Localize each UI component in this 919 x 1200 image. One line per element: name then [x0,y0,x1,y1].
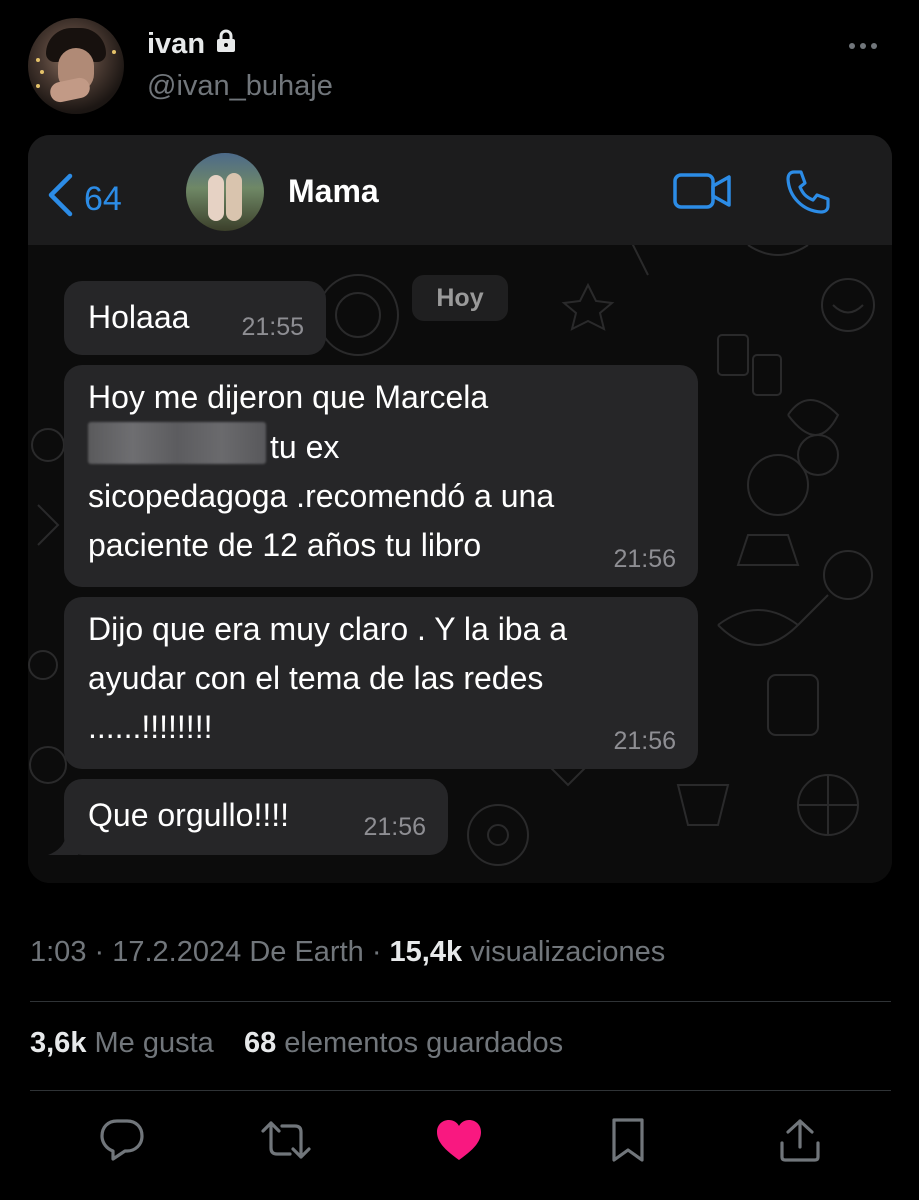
unread-count: 64 [84,180,122,218]
bookmarks-count: 68 [243,1027,277,1059]
author-avatar[interactable] [28,18,124,114]
bookmarks-stat[interactable]: 68 elementos guardados [244,1027,563,1059]
chat-area: Hoy Holaaa 21:55 Hoy me dijeron que Marc… [28,245,892,883]
video-camera-icon [673,171,733,216]
bookmark-icon[interactable] [598,1110,658,1170]
bookmarks-label: elementos guardados [284,1027,564,1059]
author-name[interactable]: ivan [147,28,205,61]
message-bubble: Holaaa 21:55 [64,281,326,355]
retweet-icon[interactable] [256,1110,316,1170]
author-name-row[interactable]: ivan [147,28,237,61]
message-bubble: Que orgullo!!!! 21:56 [64,779,448,855]
attached-image[interactable]: 64 Mama Hoy Holaaa 21:55 Hoy me dijeron … [28,135,892,883]
author-handle[interactable]: @ivan_buhaje [147,70,333,103]
views-count: 15,4k [389,936,463,968]
redacted-text [88,422,266,464]
message-line: ......!!!!!!!! [88,709,213,745]
likes-label: Me gusta [94,1027,214,1059]
heart-icon[interactable] [429,1110,489,1170]
message-line: ayudar con el tema de las redes [88,660,544,696]
contact-avatar [186,153,264,231]
message-time: 21:56 [613,545,676,573]
more-icon[interactable] [849,34,889,58]
views-label: visualizaciones [470,936,666,968]
message-line: Hoy me dijeron que Marcela [88,379,489,415]
engagement-stats: 3,6k Me gusta 68 elementos guardados [30,1027,563,1060]
action-bar [0,1110,919,1170]
tweet-time[interactable]: 1:03 [30,936,86,968]
divider [30,1001,891,1002]
chevron-left-icon [46,173,74,226]
tweet-metadata: 1:03 · 17.2.2024 De Earth · 15,4k visual… [30,936,666,968]
message-time: 21:56 [363,813,426,841]
message-text: Que orgullo!!!! [88,797,289,833]
message-line: sicopedagoga .recomendó a una [88,478,555,514]
message-line: Dijo que era muy claro . Y la iba a [88,611,568,647]
back-button: 64 [46,173,122,226]
reply-icon[interactable] [92,1110,152,1170]
message-line: tu ex [270,429,340,465]
message-time: 21:56 [613,727,676,755]
phone-icon [785,169,831,220]
tweet-date[interactable]: 17.2.2024 [112,936,241,968]
divider [30,1090,891,1091]
lock-icon [215,28,237,61]
likes-stat[interactable]: 3,6k Me gusta [30,1027,214,1059]
share-icon[interactable] [770,1110,830,1170]
message-text: Holaaa [88,299,190,335]
message-line: paciente de 12 años tu libro [88,527,482,563]
message-time: 21:55 [241,313,304,341]
contact-name: Mama [288,173,379,209]
message-bubble: Dijo que era muy claro . Y la iba a ayud… [64,597,698,769]
message-bubble: Hoy me dijeron que Marcela tu ex sicoped… [64,365,698,587]
chat-header: 64 Mama [28,135,892,245]
date-separator: Hoy [412,275,508,321]
likes-count: 3,6k [30,1027,87,1059]
tweet-source: De Earth [249,936,364,968]
